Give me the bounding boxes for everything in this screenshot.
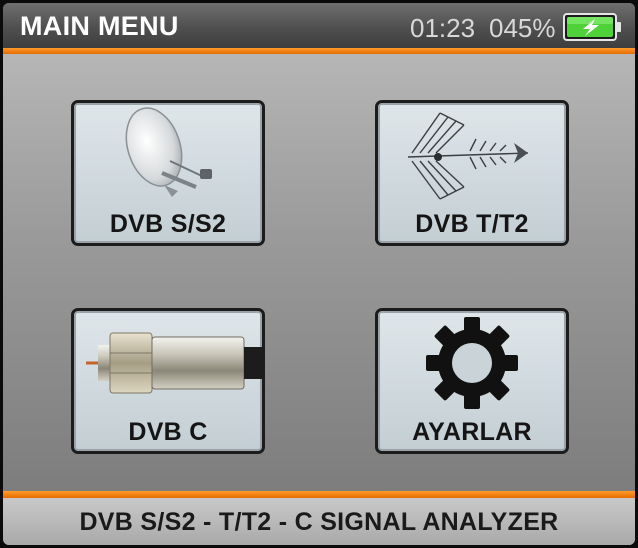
page-title: MAIN MENU xyxy=(20,11,179,41)
header-bar: MAIN MENU 01:23 045% xyxy=(3,3,635,48)
menu-item-dvb-t-t2[interactable]: DVB T/T2 xyxy=(375,100,569,246)
menu-item-dvb-c[interactable]: DVB C xyxy=(71,308,265,454)
antenna-icon xyxy=(407,112,529,200)
menu-item-dvb-s-s2[interactable]: DVB S/S2 xyxy=(71,100,265,246)
menu-item-label: DVB T/T2 xyxy=(415,210,529,238)
coax-connector-icon xyxy=(86,332,262,394)
menu-item-label: DVB S/S2 xyxy=(109,210,227,238)
gear-icon xyxy=(426,317,518,409)
menu-item-label: DVB C xyxy=(128,418,208,446)
device-screen: MAIN MENU 01:23 045% DVB S/S2 DVB T/T2 D… xyxy=(3,3,635,545)
menu-item-ayarlar[interactable]: AYARLAR xyxy=(375,308,569,454)
menu-area: DVB S/S2 DVB T/T2 DVB C AYARLAR xyxy=(3,54,635,491)
satellite-dish-icon xyxy=(125,107,212,197)
menu-item-label: AYARLAR xyxy=(412,418,532,446)
footer-accent-line xyxy=(3,491,635,498)
battery-charging-icon xyxy=(563,13,621,41)
footer-product-name: DVB S/S2 - T/T2 - C SIGNAL ANALYZER xyxy=(79,508,559,536)
clock-text: 01:23 xyxy=(410,13,476,43)
battery-percentage: 045% xyxy=(489,13,556,43)
footer-bar: DVB S/S2 - T/T2 - C SIGNAL ANALYZER xyxy=(3,498,635,545)
